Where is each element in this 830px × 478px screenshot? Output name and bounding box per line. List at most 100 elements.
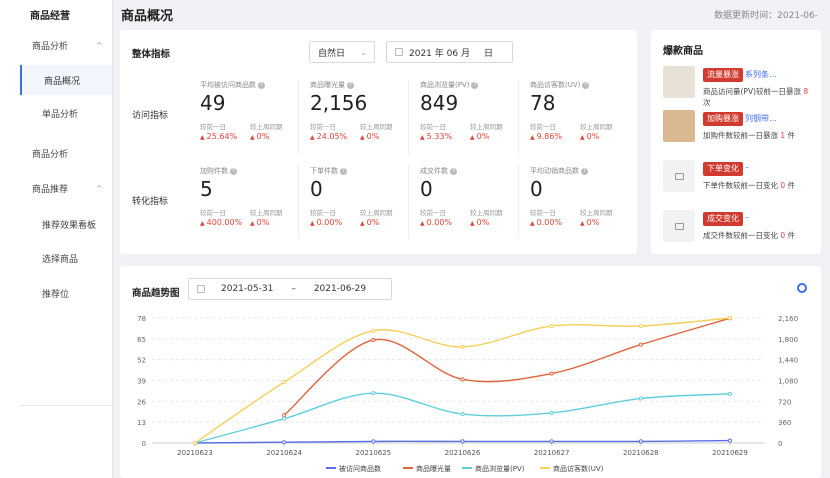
data-point [638,342,643,347]
up-arrow-icon: ▲ [470,134,475,141]
range-end: 2021-06-29 [313,284,367,294]
compare-value: ▲ 0% [360,218,380,227]
help-icon[interactable]: ? [340,167,347,175]
help-icon[interactable]: ? [471,81,479,89]
metric-name: 平均动销商品数? [530,166,630,176]
hot-product-item[interactable]: 流量暴涨 系列条… 商品访问量(PV)较前一日暴涨 8 次 [663,66,813,110]
up-arrow-icon: ▲ [310,134,315,141]
calendar-icon [395,48,403,56]
compare-label: 较上周同期 [470,123,503,131]
metric-name: 平均被访问商品数? [200,80,300,90]
period-select[interactable]: 自然日 ⌄ [309,41,375,63]
hot-product-item[interactable]: 成交变化 – 成交件数较前一日变化 0 件 [663,210,813,254]
x-tick-label: 20210626 [445,449,481,457]
metric-name: 商品访客数(UV)? [530,80,630,90]
calendar-icon [197,285,205,293]
sidebar-item-label: 商品概况 [44,76,81,87]
data-point [371,439,376,444]
gear-icon[interactable] [797,283,807,293]
x-tick-label: 20210628 [623,449,659,457]
sidebar: 商品经营 商品分析 ^ 商品概况 单品分析 商品分析 商品推荐 ^ 推荐效果看板… [0,0,113,478]
metric-value: 5 [200,177,213,201]
product-name-link[interactable]: – [745,213,749,222]
metric-name: 成交件数? [420,166,520,176]
metric-value: 49 [200,91,226,115]
hot-product-item[interactable]: 下单变化 – 下单件数较前一日变化 0 件 [663,160,813,204]
help-icon[interactable]: ? [581,167,588,175]
compare-value: ▲ 0% [580,218,600,227]
product-name-link[interactable]: 列钢带… [745,113,777,124]
sidebar-item-single-analysis[interactable]: 单品分析 [0,98,112,128]
compare-value: ▲ 5.33% [420,132,453,141]
sidebar-item-recommend-dashboard[interactable]: 推荐效果看板 [0,209,112,239]
sidebar-divider [20,405,112,406]
sidebar-item-product-overview[interactable]: 商品概况 [20,65,112,95]
help-icon[interactable]: ? [258,81,265,89]
product-thumbnail [663,110,695,142]
sidebar-item-label: 选择商品 [42,254,79,265]
trend-card: 商品趋势图 2021-05-31 – 2021-06-29 0 0 13 360 26 7… [120,266,821,478]
date-range-picker[interactable]: 2021-05-31 – 2021-06-29 [188,278,392,300]
x-tick-label: 20210629 [712,449,748,457]
help-icon[interactable]: ? [230,167,237,175]
product-name-link[interactable]: 系列条… [745,69,777,80]
y-tick-label-left: 65 [137,336,146,344]
data-point [638,396,643,401]
y-tick-label-left: 0 [142,440,146,448]
data-point [371,337,376,343]
help-icon[interactable]: ? [347,81,354,89]
sidebar-item-label: 推荐效果看板 [42,220,97,231]
hot-tag: 成交变化 [703,212,743,226]
series-line-1 [283,317,731,416]
y-tick-label-right: 1,800 [778,336,798,344]
metric-card: 平均动销商品数? 0 较前一日 ▲ 0.00% 较上周同期 ▲ 0% [530,166,630,227]
compare-value: ▲ 0% [470,218,490,227]
metric-card: 成交件数? 0 较前一日 ▲ 0.00% 较上周同期 ▲ 0% [420,166,520,227]
sidebar-title: 商品经营 [30,11,70,22]
metric-value: 78 [530,91,556,115]
sidebar-item-product-analysis-2[interactable]: 商品分析 [0,138,112,168]
trend-title: 商品趋势图 [132,288,180,299]
product-name-link[interactable]: – [745,163,749,172]
up-arrow-icon: ▲ [420,134,425,141]
sidebar-item-recommend-slot[interactable]: 推荐位 [0,278,112,308]
data-point [460,377,465,382]
data-point [282,440,287,445]
metric-name: 商品浏览量(PV)? [420,80,520,90]
sidebar-item-select-product[interactable]: 选择商品 [0,243,112,273]
hot-product-item[interactable]: 加购暴涨 列钢带… 加购件数较前一日暴涨 1 件 [663,110,813,154]
y-tick-label-left: 39 [137,378,146,386]
metric-value: 2,156 [310,91,368,115]
data-point [282,413,287,418]
overview-title: 整体指标 [132,49,171,60]
hot-tag: 下单变化 [703,162,743,176]
sidebar-item-product-recommend[interactable]: 商品推荐 ^ [0,173,112,203]
data-point [549,439,554,444]
sidebar-item-product-analysis[interactable]: 商品分析 ^ [0,30,112,60]
hot-description: 成交件数较前一日变化 0 件 [703,231,796,240]
compare-label: 较前一日 [420,209,446,217]
sidebar-item-label: 推荐位 [42,289,70,300]
metric-card: 商品浏览量(PV)? 849 较前一日 ▲ 5.33% 较上周同期 ▲ 0% [420,80,520,141]
hot-description: 加购件数较前一日暴涨 1 件 [703,131,796,140]
compare-label: 较上周同期 [360,209,393,217]
help-icon[interactable]: ? [582,81,590,89]
x-tick-label: 20210624 [266,449,302,457]
metric-card: 下单件数? 0 较前一日 ▲ 0.00% 较上周同期 ▲ 0% [310,166,410,227]
data-point [727,315,733,321]
compare-value: ▲ 0% [250,132,270,141]
data-point [727,438,733,443]
compare-label: 较前一日 [530,209,556,217]
y-tick-label-right: 0 [778,440,782,448]
update-time: 数据更新时间：2021-06- [714,11,818,21]
up-arrow-icon: ▲ [420,220,425,227]
sidebar-item-label: 商品分析 [32,149,69,160]
metric-value: 0 [420,177,433,201]
date-picker[interactable]: 2021 年 06 月 日 [386,41,513,63]
sidebar-item-label: 单品分析 [42,109,79,120]
help-icon[interactable]: ? [450,167,457,175]
product-thumbnail [663,210,695,242]
image-placeholder-icon [674,222,684,230]
hot-tag: 流量暴涨 [703,68,743,82]
range-start: 2021-05-31 [221,284,274,294]
